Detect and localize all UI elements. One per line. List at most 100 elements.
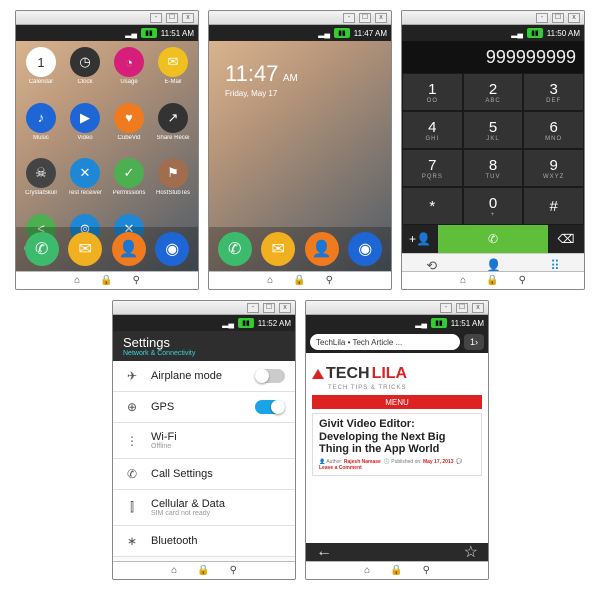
window-min[interactable]: - <box>440 303 452 313</box>
home-screen[interactable]: 1Calendar◷Clock◔Usage✉E-Mail ♪Music▶Video… <box>16 41 198 271</box>
toggle[interactable] <box>255 400 285 414</box>
lock-icon[interactable]: 🔒 <box>293 275 305 286</box>
add-contact-button[interactable]: +👤 <box>402 225 438 253</box>
setting-wifi[interactable]: ⋮ Wi-FiOffline <box>113 423 295 459</box>
location-icon[interactable]: ⚲ <box>326 275 333 286</box>
window-max[interactable]: ☐ <box>166 13 178 23</box>
key-7[interactable]: 7PQRS <box>402 149 463 187</box>
dial-number[interactable]: 999999999 <box>402 41 584 73</box>
location-icon[interactable]: ⚲ <box>230 565 237 576</box>
tabs-button[interactable]: 1› <box>464 334 484 350</box>
dialer-tabs: ⟲ 👤 ⠿ <box>402 253 584 271</box>
home-icon[interactable]: ⌂ <box>460 275 466 286</box>
app-icon: ✕ <box>70 158 100 188</box>
setting-airplanemode[interactable]: ✈ Airplane mode <box>113 361 295 392</box>
home-icon[interactable]: ⌂ <box>364 565 370 576</box>
toggle[interactable] <box>255 369 285 383</box>
window-min[interactable]: - <box>247 303 259 313</box>
lock-icon[interactable]: 🔒 <box>486 275 498 286</box>
app-sharerecei[interactable]: ↗Share Recei <box>152 103 194 155</box>
setting-label: Cellular & Data <box>151 498 285 510</box>
window-close[interactable]: x <box>182 13 194 23</box>
app-label: Usage <box>108 79 150 85</box>
setting-bluetooth[interactable]: ∗ Bluetooth <box>113 526 295 557</box>
window-titlebar: - ☐ x <box>306 301 488 315</box>
dock-browser[interactable]: ◉ <box>155 232 189 266</box>
key-0[interactable]: 0+ <box>463 187 524 225</box>
keypad-tab[interactable]: ⠿ <box>550 258 560 272</box>
window-close[interactable]: x <box>472 303 484 313</box>
app-cubevid[interactable]: ♥CubeVid <box>108 103 150 155</box>
app-label: CubeVid <box>108 135 150 141</box>
lock-icon[interactable]: 🔒 <box>100 275 112 286</box>
contacts-tab[interactable]: 👤 <box>486 258 502 272</box>
screenshot-settings: - ☐ x ▂▄ ▮▮ 11:52 AM Settings Network & … <box>112 300 296 580</box>
key-*[interactable]: * <box>402 187 463 225</box>
url-field[interactable]: TechLila • Tech Article ... <box>310 334 460 350</box>
window-close[interactable]: x <box>279 303 291 313</box>
star-icon[interactable]: ☆ <box>464 542 478 561</box>
key-4[interactable]: 4GHI <box>402 111 463 149</box>
app-permissions[interactable]: ✓Permissions <box>108 158 150 210</box>
window-max[interactable]: ☐ <box>263 303 275 313</box>
app-usage[interactable]: ◔Usage <box>108 47 150 99</box>
home-icon[interactable]: ⌂ <box>171 565 177 576</box>
app-clock[interactable]: ◷Clock <box>64 47 106 99</box>
key-#[interactable]: # <box>523 187 584 225</box>
app-icon: ✉ <box>158 47 188 77</box>
battery-icon: ▮▮ <box>527 28 543 38</box>
site-menu[interactable]: MENU <box>312 395 482 409</box>
app-video[interactable]: ▶Video <box>64 103 106 155</box>
key-5[interactable]: 5JKL <box>463 111 524 149</box>
app-testreceiver[interactable]: ✕Test receiver <box>64 158 106 210</box>
location-icon[interactable]: ⚲ <box>519 275 526 286</box>
dock-phone[interactable]: ✆ <box>218 232 252 266</box>
app-crystalskull[interactable]: ☠CrystalSkull <box>20 158 62 210</box>
setting-callsettings[interactable]: ✆ Call Settings <box>113 459 295 490</box>
article-card[interactable]: Givit Video Editor: Developing the Next … <box>312 413 482 476</box>
app-hoststubtes[interactable]: ⚑HostStubTes <box>152 158 194 210</box>
app-calendar[interactable]: 1Calendar <box>20 47 62 99</box>
key-1[interactable]: 1OO <box>402 73 463 111</box>
setting-gps[interactable]: ⊕ GPS <box>113 392 295 423</box>
key-8[interactable]: 8TUV <box>463 149 524 187</box>
status-bar: ▂▄ ▮▮ 11:51 AM <box>306 315 488 331</box>
lock-icon[interactable]: 🔒 <box>197 565 209 576</box>
home-icon[interactable]: ⌂ <box>267 275 273 286</box>
lock-screen[interactable]: 11:47 AM Friday, May 17 ✆✉👤◉ <box>209 41 391 271</box>
window-close[interactable]: x <box>375 13 387 23</box>
web-page[interactable]: TECHLILA TECH TIPS & TRICKS MENU Givit V… <box>306 353 488 543</box>
location-icon[interactable]: ⚲ <box>133 275 140 286</box>
backspace-button[interactable]: ⌫ <box>548 225 584 253</box>
key-3[interactable]: 3DEF <box>523 73 584 111</box>
call-button[interactable]: ✆ <box>438 225 548 253</box>
dock-messages[interactable]: ✉ <box>261 232 295 266</box>
key-6[interactable]: 6MNO <box>523 111 584 149</box>
site-logo[interactable]: TECHLILA <box>312 365 482 383</box>
key-9[interactable]: 9WXYZ <box>523 149 584 187</box>
setting-label: Bluetooth <box>151 535 285 547</box>
app-email[interactable]: ✉E-Mail <box>152 47 194 99</box>
window-min[interactable]: - <box>150 13 162 23</box>
window-close[interactable]: x <box>568 13 580 23</box>
lock-icon[interactable]: 🔒 <box>390 565 402 576</box>
dock-contacts[interactable]: 👤 <box>112 232 146 266</box>
dock-browser[interactable]: ◉ <box>348 232 382 266</box>
window-max[interactable]: ☐ <box>359 13 371 23</box>
app-music[interactable]: ♪Music <box>20 103 62 155</box>
key-2[interactable]: 2ABC <box>463 73 524 111</box>
window-max[interactable]: ☐ <box>552 13 564 23</box>
window-min[interactable]: - <box>343 13 355 23</box>
window-max[interactable]: ☐ <box>456 303 468 313</box>
location-icon[interactable]: ⚲ <box>423 565 430 576</box>
site-tagline: TECH TIPS & TRICKS <box>328 385 482 391</box>
back-icon[interactable]: ← <box>316 543 332 561</box>
dock-messages[interactable]: ✉ <box>68 232 102 266</box>
recents-tab[interactable]: ⟲ <box>426 258 437 272</box>
dock-phone[interactable]: ✆ <box>25 232 59 266</box>
app-label: Video <box>64 135 106 141</box>
window-min[interactable]: - <box>536 13 548 23</box>
settings-section: Network & Connectivity <box>123 350 285 357</box>
dock-contacts[interactable]: 👤 <box>305 232 339 266</box>
home-icon[interactable]: ⌂ <box>74 275 80 286</box>
